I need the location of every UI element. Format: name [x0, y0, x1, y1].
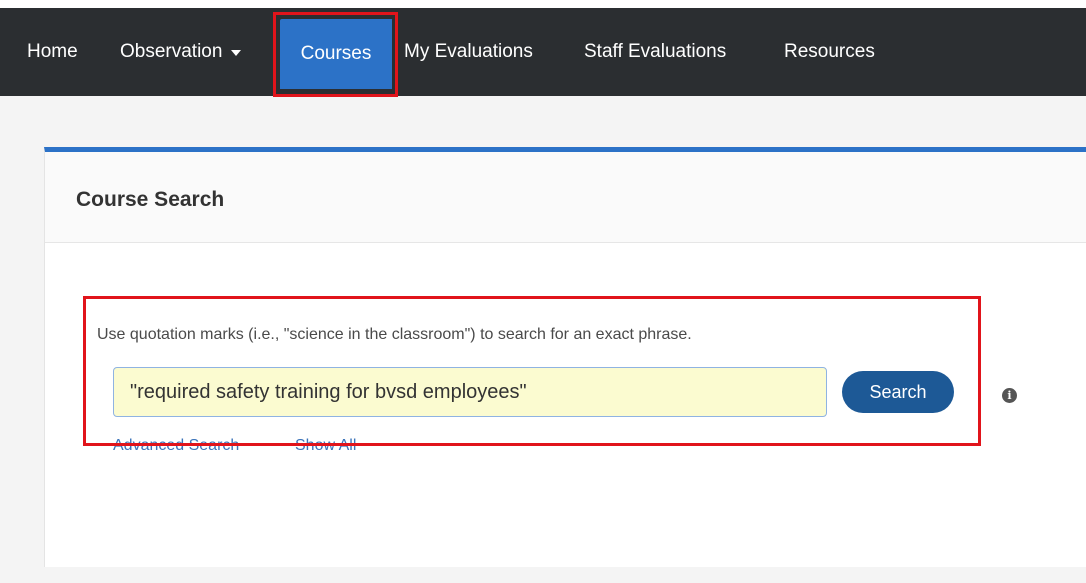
page-title: Course Search — [76, 188, 225, 211]
caret-down-icon — [231, 50, 242, 56]
page: Home Observation Courses My Evaluations … — [0, 0, 1086, 583]
nav-resources[interactable]: Resources — [784, 8, 875, 96]
advanced-search-link[interactable]: Advanced Search — [113, 437, 239, 455]
search-button[interactable]: Search — [842, 371, 954, 413]
top-navbar: Home Observation Courses My Evaluations … — [0, 8, 1086, 96]
search-input[interactable] — [113, 367, 827, 417]
search-hint: Use quotation marks (i.e., "science in t… — [97, 326, 692, 343]
show-all-link[interactable]: Show All — [295, 437, 356, 455]
info-icon[interactable]: i — [1002, 388, 1017, 403]
nav-courses[interactable]: Courses — [280, 19, 392, 89]
nav-observation-dropdown[interactable]: Observation — [120, 8, 242, 96]
nav-my-evaluations[interactable]: My Evaluations — [404, 8, 533, 96]
nav-observation-label: Observation — [120, 41, 223, 62]
nav-staff-evaluations[interactable]: Staff Evaluations — [584, 8, 726, 96]
nav-home[interactable]: Home — [27, 8, 78, 96]
panel-header: Course Search — [45, 152, 1086, 243]
course-search-panel: Course Search — [44, 147, 1086, 567]
top-strip — [0, 0, 1086, 8]
